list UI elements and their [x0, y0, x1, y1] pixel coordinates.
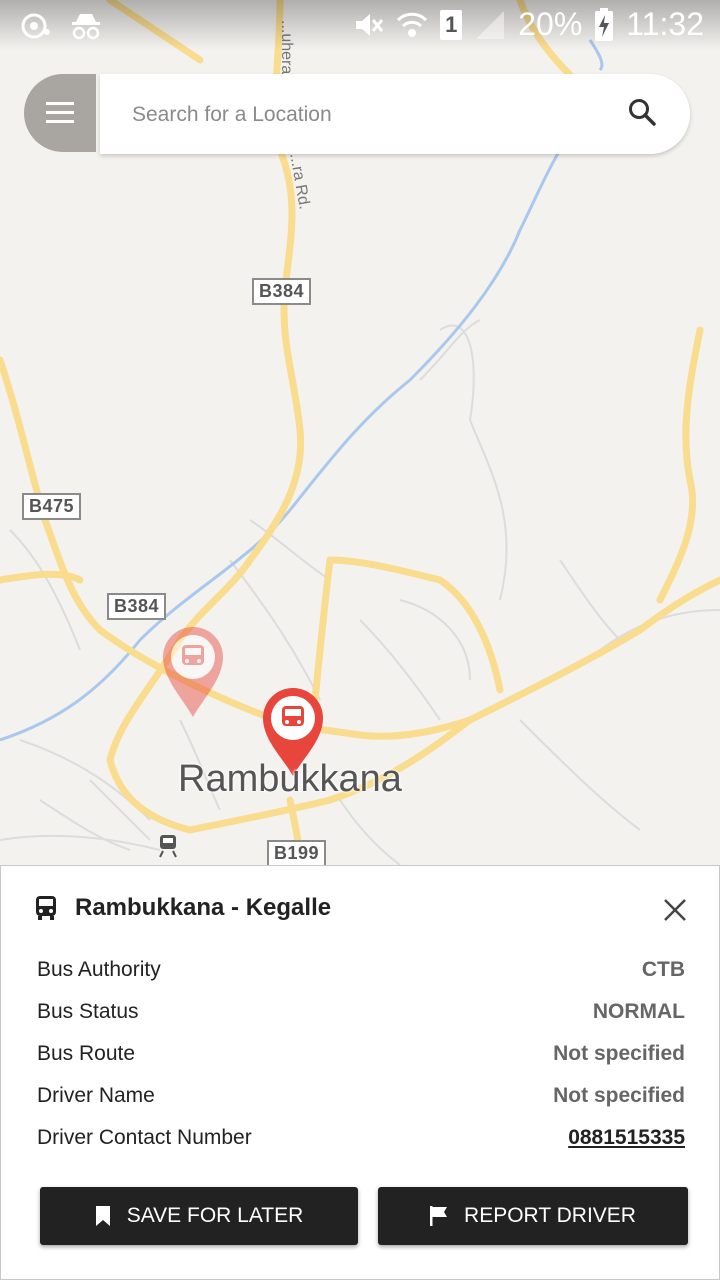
detail-value: CTB	[641, 958, 685, 981]
detail-row-driver-name: Driver Name Not specified	[37, 1084, 685, 1108]
detail-label: Bus Status	[37, 1000, 139, 1023]
detail-value: Not specified	[553, 1042, 685, 1065]
detail-row-bus-route: Bus Route Not specified	[37, 1042, 685, 1066]
mute-icon	[356, 13, 384, 36]
road-label: B199	[267, 840, 327, 867]
menu-button[interactable]	[24, 74, 96, 152]
detail-label: Driver Contact Number	[37, 1126, 252, 1149]
sim-slot: 1	[445, 11, 458, 37]
signal-icon	[476, 10, 505, 39]
detail-row-bus-status: Bus Status NORMAL	[37, 1000, 685, 1024]
search-input[interactable]	[130, 94, 604, 136]
incognito-icon	[72, 14, 100, 40]
search-bar	[24, 74, 690, 154]
place-label: Rambukkana	[178, 758, 402, 800]
search-icon[interactable]	[626, 96, 658, 128]
detail-label: Driver Name	[37, 1084, 155, 1107]
close-icon[interactable]	[661, 896, 689, 924]
status-bar: 1 20% 11:32	[0, 0, 720, 50]
clock: 11:32	[626, 6, 704, 42]
panel-header: Rambukkana - Kegalle	[35, 894, 331, 922]
detail-value: NORMAL	[592, 1000, 685, 1023]
bus-icon	[36, 896, 56, 920]
detail-row-driver-contact: Driver Contact Number 0881515335	[37, 1126, 685, 1150]
search-box	[100, 74, 690, 154]
report-driver-button[interactable]: REPORT DRIVER	[378, 1187, 688, 1245]
road-label: B384	[107, 593, 167, 620]
driver-phone-link[interactable]: 0881515335	[568, 1126, 685, 1150]
eye-sync-icon	[21, 13, 50, 39]
wifi-icon	[397, 12, 428, 37]
save-for-later-label: SAVE FOR LATER	[126, 1204, 304, 1227]
battery-charging-icon	[595, 7, 614, 41]
report-driver-label: REPORT DRIVER	[464, 1204, 636, 1227]
bookmark-icon	[95, 1206, 110, 1226]
battery-percent: 20%	[518, 6, 583, 42]
flag-icon	[430, 1206, 448, 1226]
save-for-later-button[interactable]: SAVE FOR LATER	[40, 1187, 358, 1245]
road-label: B384	[252, 278, 312, 305]
panel-title: Rambukkana - Kegalle	[75, 894, 332, 921]
detail-value: Not specified	[553, 1084, 685, 1107]
bus-details-panel: Rambukkana - Kegalle Bus Authority CTB B…	[0, 865, 720, 1280]
hamburger-menu-icon	[46, 102, 74, 123]
detail-label: Bus Authority	[37, 958, 161, 981]
sim-icon: 1	[440, 9, 463, 40]
road-label: B475	[22, 493, 82, 520]
detail-row-bus-authority: Bus Authority CTB	[37, 958, 685, 982]
detail-label: Bus Route	[37, 1042, 136, 1065]
